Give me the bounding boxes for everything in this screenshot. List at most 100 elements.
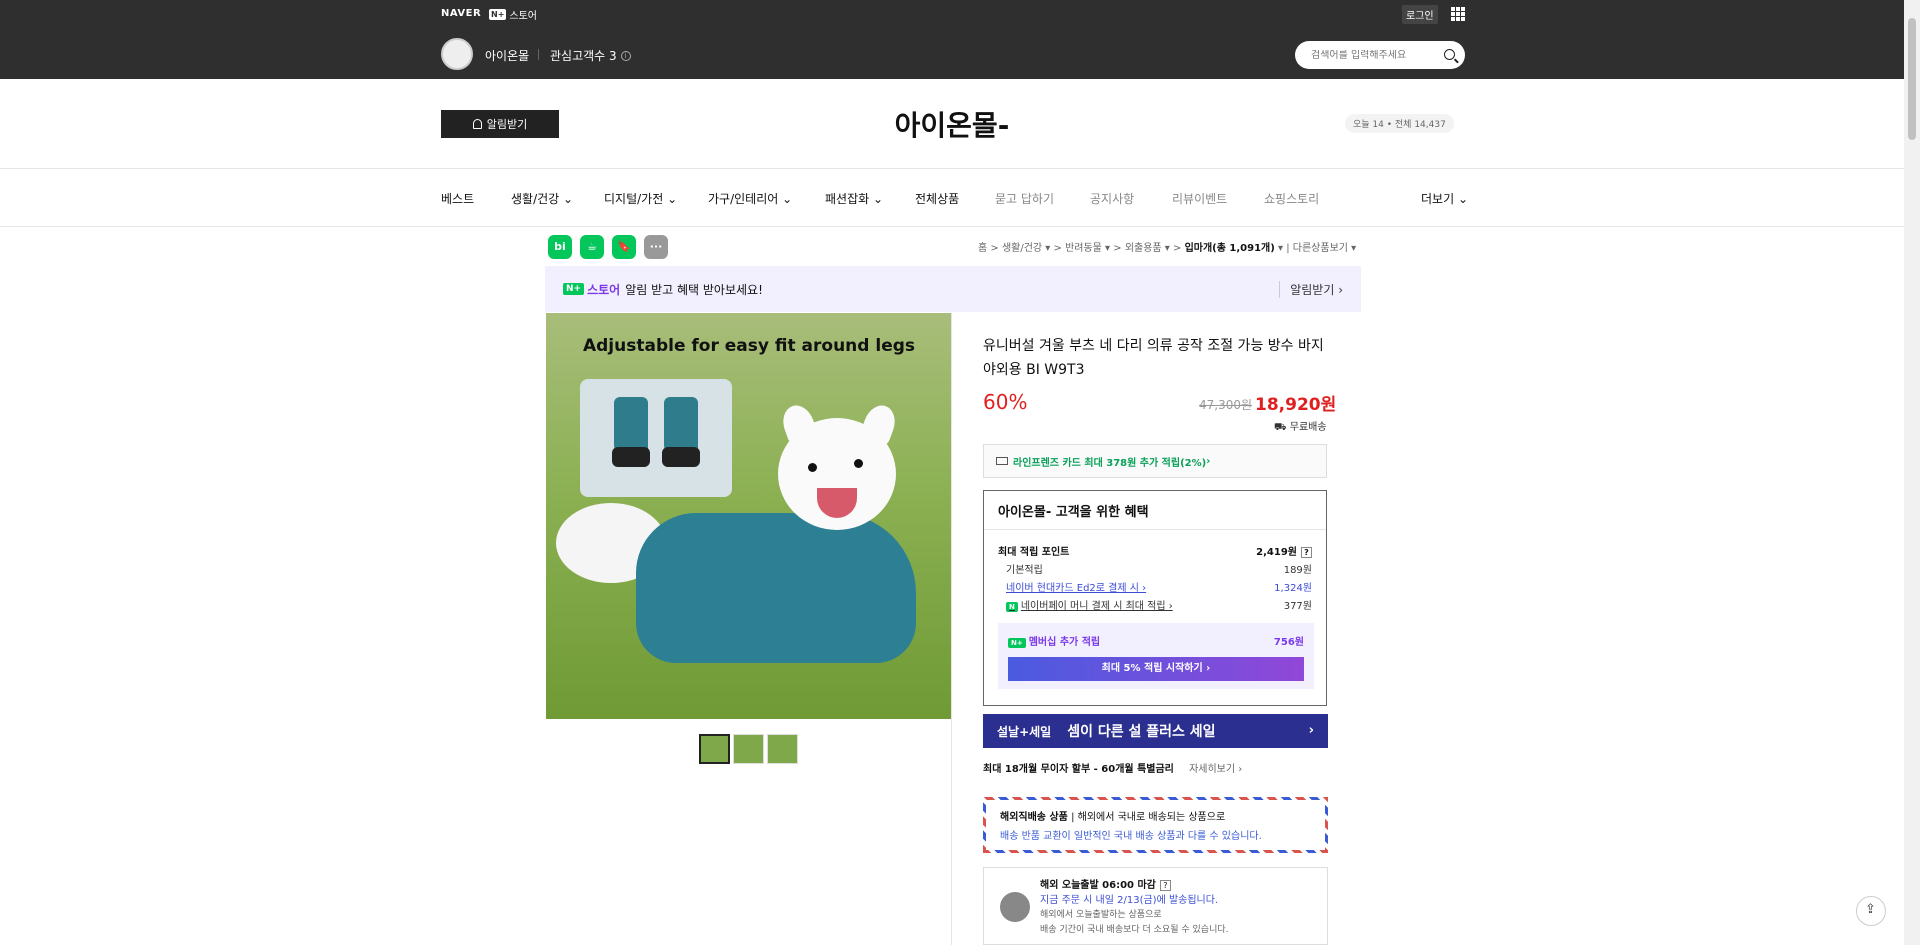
truck-icon [1000,892,1030,922]
card-icon [996,457,1008,465]
breadcrumb: 홈 > 생활/건강 ▾ > 반려동물 ▾ > 외출용품 ▾ > 입마개(총 1,… [978,243,1357,254]
search-box[interactable] [1295,41,1465,69]
overseas-title: 해외직배송 상품 [1000,812,1068,823]
dog-body [636,513,916,663]
shipping-note2: 배송 기간이 국내 배송보다 더 소요될 수 있습니다. [1040,925,1229,935]
npay-point-link[interactable]: N 네이버페이 머니 결제 시 최대 적립 › [1006,597,1173,612]
nav-item-living-health[interactable]: 생활/건강 ⌄ [511,190,573,207]
breadcrumb-cat2[interactable]: 반려동물 [1065,243,1102,254]
thumbnail[interactable] [767,734,798,764]
visitor-count: 오늘 14 • 전체 14,437 [1345,114,1454,133]
thumbnail[interactable] [699,734,730,764]
membership-label-row: N+ 멤버십 추가 적립 [1008,633,1100,648]
installment-detail-link[interactable]: 자세히보기 › [1183,764,1242,775]
nav-item-notice[interactable]: 공지사항 [1090,190,1134,207]
more-icon[interactable]: ··· [644,235,668,259]
basic-point-value: 189원 [1283,565,1312,576]
shop-name[interactable]: 아이온몰 [485,47,529,64]
max-point-value: 2,419원? [1256,543,1312,558]
nav-more-label: 더보기 [1421,192,1455,206]
membership-start-button[interactable]: 최대 5% 적립 시작하기 › [1008,657,1304,681]
breadcrumb-cat3[interactable]: 외출용품 [1125,243,1162,254]
naver-logo[interactable]: NAVER [441,8,481,19]
card-benefit-banner[interactable]: 라인프렌즈 카드 최대 378원 추가 적립(2%) › [983,444,1327,478]
bookmark-icon[interactable]: 🔖 [612,235,636,259]
nav-item-furniture[interactable]: 가구/인테리어 ⌄ [708,190,792,207]
talk-icon[interactable]: ☕ [580,235,604,259]
nav-item-fashion[interactable]: 패션잡화 ⌄ [825,190,883,207]
nav-item-shopping-story[interactable]: 쇼핑스토리 [1264,190,1319,207]
scrollbar[interactable] [1904,0,1920,945]
store-label: 스토어 [509,11,538,22]
membership-box: N+ 멤버십 추가 적립 756원 최대 5% 적립 시작하기 › [998,623,1314,689]
customer-benefits-box: 아이온몰- 고객을 위한 혜택 최대 적립 포인트 2,419원? 기본적립 1… [983,490,1327,706]
dog-eye [854,459,863,468]
naver-plus-store-link[interactable]: N+ 스토어 [489,7,537,22]
nav-more[interactable]: 더보기 ⌄ [1421,190,1468,207]
discount-rate: 60% [983,390,1028,414]
info-icon[interactable]: i [620,50,631,61]
divider [951,313,952,945]
nav-item-review-event[interactable]: 리뷰이벤트 [1172,190,1227,207]
shipping-note1: 해외에서 오늘출발하는 상품으로 [1040,910,1162,920]
help-icon[interactable]: ? [1301,547,1312,558]
seollal-sale-banner[interactable]: 설날+세일 셈이 다른 설 플러스 세일 › [983,714,1328,748]
sale-price: 18,920원 [1255,395,1337,415]
basic-point-label: 기본적립 [1006,565,1043,576]
boots-inset-image [580,379,732,497]
breadcrumb-home[interactable]: 홈 [978,243,987,254]
product-image[interactable]: Adjustable for easy fit around legs [546,313,952,719]
product-title: 유니버설 겨울 부츠 네 다리 의류 공작 조절 가능 방수 바지 야외용 BI… [983,338,1324,378]
free-shipping: ⛟ 무료배송 [1274,422,1327,433]
search-input[interactable] [1311,49,1431,61]
npay-point-label: 네이버페이 머니 결제 시 최대 적립 [1020,601,1166,612]
card-point-value: 1,324원 [1274,583,1312,594]
breadcrumb-cat1[interactable]: 생활/건강 [1002,243,1042,254]
shipping-info-box: 해외 오늘출발 06:00 마감? 지금 주문 시 내일 2/13(금)에 발송… [983,867,1328,945]
nav-item-qna[interactable]: 묻고 답하기 [995,190,1054,207]
installment-detail-label: 자세히보기 [1189,764,1236,775]
image-caption: Adjustable for easy fit around legs [582,336,916,356]
card-benefit-text: 라인프렌즈 카드 최대 378원 추가 적립(2%) [1013,457,1207,469]
boot-shape [612,397,650,467]
npay-point-value: 377원 [1283,601,1312,612]
nav-label: 생활/건강 [511,192,560,206]
scroll-thumb[interactable] [1908,18,1916,140]
followers-count: 관심고객수 3 i [550,47,631,64]
shop-avatar[interactable] [441,38,473,70]
nav-item-digital[interactable]: 디지털/가전 ⌄ [604,190,677,207]
shop-title[interactable]: 아이온몰- [0,104,1904,144]
apps-grid-icon[interactable] [1451,7,1465,21]
breadcrumb-current[interactable]: 입마개(총 1,091개) [1185,243,1275,254]
blog-share-icon[interactable]: bi [548,235,572,259]
shipping-cutoff: 해외 오늘출발 06:00 마감? [1040,878,1229,893]
nav-item-all-products[interactable]: 전체상품 [915,190,959,207]
nav-item-best[interactable]: 베스트 [441,190,474,207]
promo-alarm-link[interactable]: 알림받기 › [1279,281,1343,298]
chevron-right-icon: › [1308,723,1314,738]
card-point-link[interactable]: 네이버 현대카드 Ed2로 결제 시 › [1006,579,1146,594]
shipping-label: 무료배송 [1289,422,1327,433]
breadcrumb-other[interactable]: 다른상품보기 [1293,243,1348,254]
search-icon[interactable] [1444,49,1455,60]
product-actions: bi ☕ 🔖 ··· [548,235,668,259]
help-icon[interactable]: ? [1159,880,1171,891]
installment-text: 최대 18개월 무이자 할부 - 60개월 특별금리 [983,764,1174,775]
naver-plus-badge: N+ [563,283,585,295]
thumbnail[interactable] [733,734,764,764]
shipping-eta: 지금 주문 시 내일 2/13(금)에 발송됩니다. [1040,895,1219,906]
nav-label: 패션잡화 [825,192,870,206]
original-price: 47,300원 [1199,398,1253,412]
membership-value: 756원 [1273,637,1304,648]
share-icon[interactable] [1856,896,1886,926]
npay-icon: N [1006,602,1018,612]
card-point-label: 네이버 현대카드 Ed2로 결제 시 [1006,583,1139,594]
divider [538,49,539,60]
benefits-title: 아이온몰- 고객을 위한 혜택 [998,505,1149,520]
store-label: 스토어 [587,282,621,297]
membership-button-label: 최대 5% 적립 시작하기 [1101,663,1203,674]
naver-plus-badge: N+ [1008,638,1026,648]
dog-eye [808,463,817,472]
login-button[interactable]: 로그인 [1402,5,1438,24]
installment-info: 최대 18개월 무이자 할부 - 60개월 특별금리 자세히보기 › [983,760,1242,775]
